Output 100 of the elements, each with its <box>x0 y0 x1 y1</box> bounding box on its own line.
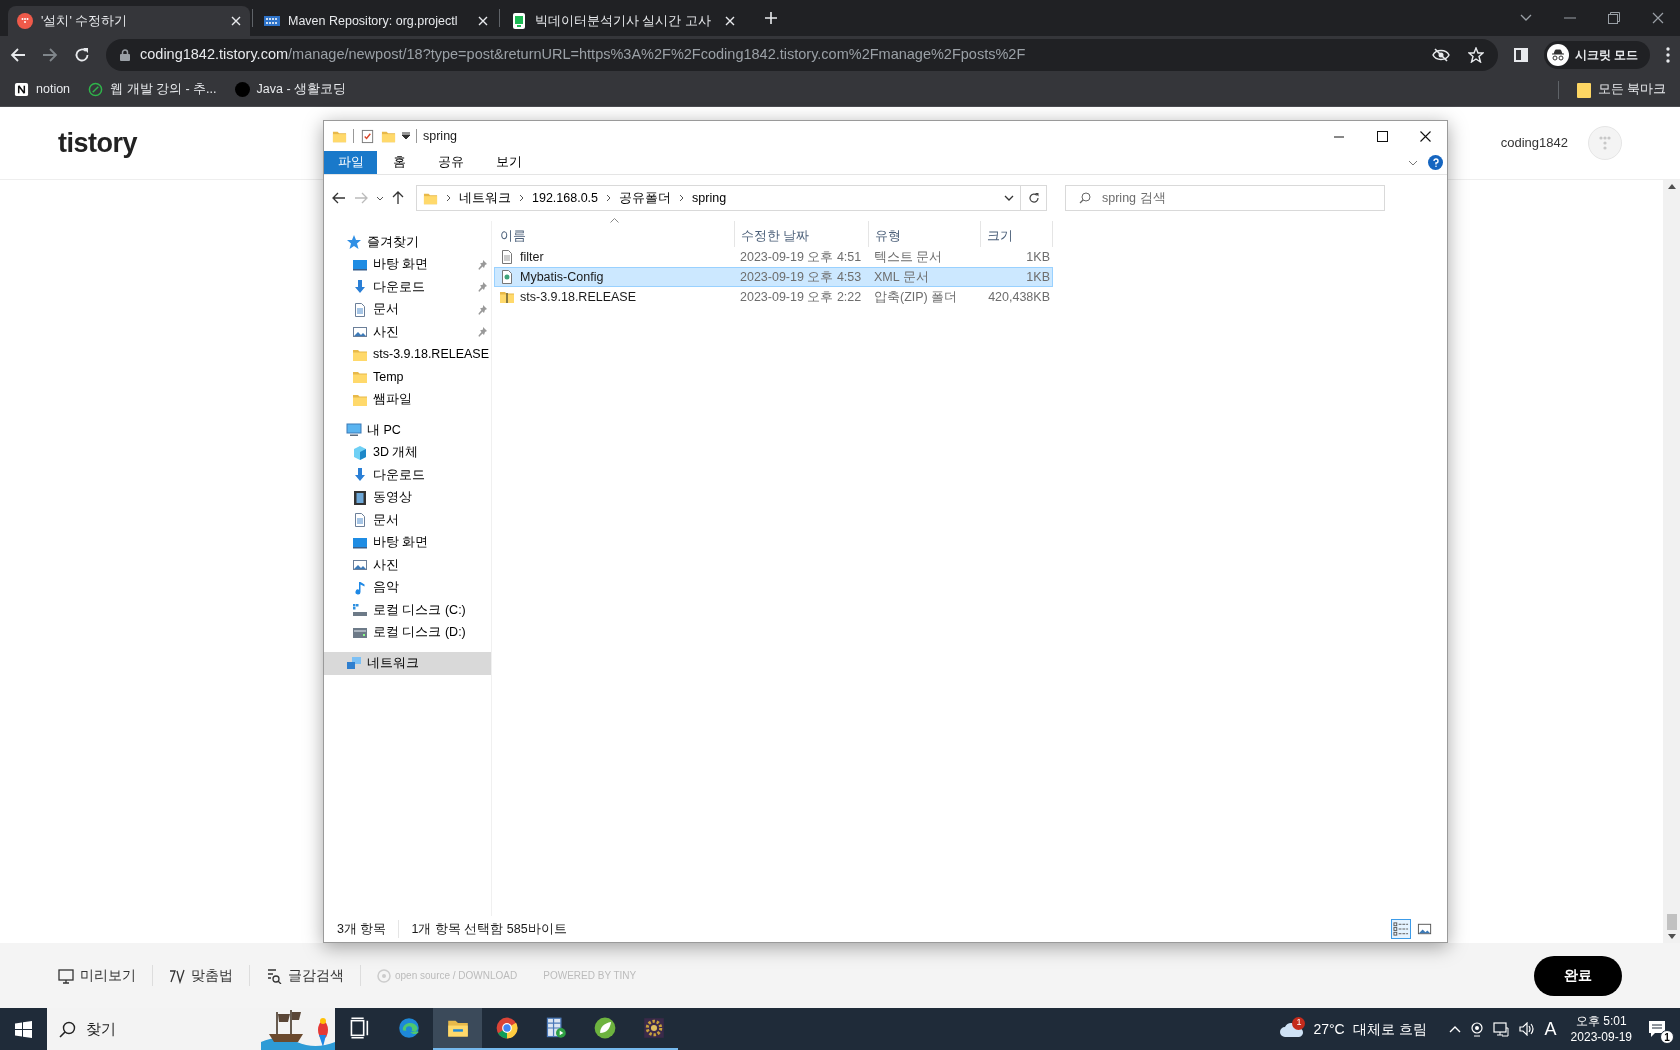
monitor-icon <box>58 967 74 984</box>
star-icon[interactable] <box>1467 46 1484 63</box>
username[interactable]: coding1842 <box>1500 133 1568 153</box>
nav-item[interactable]: 음악 <box>324 576 491 599</box>
nav-item[interactable]: 다운로드 <box>324 276 491 299</box>
network-icon[interactable] <box>1492 1021 1509 1037</box>
ribbon-tab[interactable]: 보기 <box>480 151 538 174</box>
forward-icon[interactable] <box>42 46 58 63</box>
nav-item[interactable]: 바탕 화면 <box>324 253 491 276</box>
input-method-indicator[interactable]: A <box>1544 1015 1557 1043</box>
clock-date[interactable]: 2023-09-19 <box>1570 1029 1632 1046</box>
column-header[interactable]: 크기 <box>981 221 1053 247</box>
tab-search-icon[interactable] <box>1520 14 1532 22</box>
breadcrumb-item[interactable]: 네트워크 <box>459 188 511 208</box>
nav-item[interactable]: 다운로드 <box>324 464 491 487</box>
nav-item[interactable]: Temp <box>324 366 491 389</box>
nav-item[interactable]: 동영상 <box>324 486 491 509</box>
address-bar[interactable]: coding1842.tistory.com/manage/newpost/18?type=post&returnURL=https%3A%2F%2Fcoding1842.tistory.com%2Fmanage%2Fposts%2F <box>106 38 1498 71</box>
ribbon-tab[interactable]: 홈 <box>377 151 422 174</box>
column-header[interactable]: 유형 <box>869 221 981 247</box>
windows-start-icon[interactable] <box>15 1020 32 1038</box>
nav-item[interactable]: 사진 <box>324 321 491 344</box>
back-icon[interactable] <box>332 192 346 204</box>
side-panel-icon[interactable] <box>1513 47 1528 62</box>
browser-tab[interactable]: Maven Repository: org.projectl <box>255 6 497 36</box>
volume-icon[interactable] <box>1518 1022 1535 1036</box>
scroll-down-icon[interactable] <box>1667 934 1676 939</box>
scroll-up-icon[interactable] <box>1667 184 1676 189</box>
nav-item[interactable]: 쌤파일 <box>324 388 491 411</box>
nav-item[interactable]: 로컬 디스크 (D:) <box>324 621 491 644</box>
ribbon-tab[interactable]: 공유 <box>422 151 480 174</box>
bookmark-link[interactable]: 웹 개발 강의 - 추... <box>88 80 217 99</box>
dropdown-icon[interactable] <box>1004 195 1014 201</box>
reload-icon[interactable] <box>74 46 90 63</box>
browser-tab[interactable]: '설치' 수정하기 <box>8 6 250 36</box>
nav-item[interactable]: 사진 <box>324 554 491 577</box>
circle-icon <box>234 82 250 97</box>
breadcrumb-item[interactable]: 공유폴더 <box>619 188 672 208</box>
nav-item[interactable]: 3D 개체 <box>324 441 491 464</box>
file-row[interactable]: filter 2023-09-19 오후 4:51 텍스트 문서 1KB <box>494 247 1053 267</box>
close-icon[interactable] <box>1420 130 1431 142</box>
chevron-right-icon[interactable] <box>446 194 451 202</box>
maximize-icon[interactable] <box>1377 130 1388 142</box>
incognito-profile-button[interactable]: 시크릿 모드 <box>1543 40 1650 69</box>
site-logo[interactable]: tistory <box>58 122 138 164</box>
nav-item[interactable]: 문서 <box>324 509 491 532</box>
pin-icon <box>477 304 487 315</box>
webcam-icon[interactable] <box>1470 1021 1483 1037</box>
bookmark-link[interactable]: Java - 생활코딩 <box>234 80 347 99</box>
clock-time[interactable]: 오후 5:01 <box>1575 1012 1627 1029</box>
file-row[interactable]: Mybatis-Config 2023-09-19 오후 4:53 XML 문서 1KB <box>494 267 1053 287</box>
done-button[interactable]: 완료 <box>1534 955 1622 996</box>
nav-item[interactable]: 내 PC <box>324 419 491 442</box>
nav-item[interactable]: sts-3.9.18.RELEASE <box>324 343 491 366</box>
up-icon[interactable] <box>392 191 404 205</box>
all-bookmarks-link[interactable]: 모든 북마크 <box>1576 80 1666 99</box>
taskbar-app-button[interactable] <box>433 1008 482 1050</box>
nav-item[interactable]: 문서 <box>324 298 491 321</box>
scrollbar[interactable] <box>1663 180 1680 943</box>
nav-item[interactable]: 바탕 화면 <box>324 531 491 554</box>
column-header[interactable]: 이름 <box>494 221 735 247</box>
search-field[interactable]: spring 검색 <box>1065 185 1385 211</box>
weather-widget[interactable]: 1 27°C 대체로 흐림 <box>1279 1018 1427 1040</box>
expand-ribbon-icon[interactable] <box>1408 159 1418 166</box>
breadcrumb-item[interactable]: 192.168.0.5 <box>532 188 599 208</box>
nav-item[interactable]: 네트워크 <box>324 652 491 675</box>
menu-icon[interactable] <box>1666 46 1670 63</box>
question-icon <box>1432 158 1439 167</box>
address-field[interactable]: 네트워크 192.168.0.5 공유폴더 spring <box>416 185 1021 211</box>
nav-item[interactable]: 즐겨찾기 <box>324 231 491 254</box>
notification-center-button[interactable] <box>1648 1020 1666 1038</box>
nav-item[interactable]: 로컬 디스크 (C:) <box>324 599 491 622</box>
restore-icon[interactable] <box>1608 12 1620 24</box>
customize-icon[interactable] <box>402 132 410 140</box>
chevron-right-icon[interactable] <box>606 194 612 202</box>
properties-icon[interactable] <box>360 128 375 144</box>
search-icon <box>1079 192 1091 204</box>
scroll-thumb[interactable] <box>1666 914 1677 930</box>
close-icon[interactable] <box>1652 12 1664 24</box>
eye-slash-icon[interactable] <box>1431 47 1450 62</box>
refresh-button[interactable] <box>1021 185 1047 211</box>
chevron-right-icon[interactable] <box>519 194 524 202</box>
view-mode-button[interactable] <box>1391 919 1411 939</box>
file-menu-tab[interactable]: 파일 <box>324 151 377 174</box>
breadcrumb-item[interactable]: spring <box>692 188 727 208</box>
text-file-icon <box>499 249 515 265</box>
editor-tool-button[interactable]: 글감검색 <box>250 965 361 986</box>
help-button[interactable] <box>1428 155 1443 170</box>
bookmark-link[interactable]: notion <box>14 80 71 99</box>
editor-tool-button[interactable]: 맞춤법 <box>153 965 250 986</box>
new-tab-icon[interactable] <box>764 11 778 25</box>
chevron-right-icon[interactable] <box>679 194 685 202</box>
browser-tab[interactable]: 빅데이터분석기사 실시간 고사 <box>502 6 744 36</box>
editor-tool-button[interactable]: 미리보기 <box>58 965 153 986</box>
recent-locations-icon[interactable] <box>376 195 384 201</box>
taskbar-search[interactable]: 찾기 <box>47 1008 335 1050</box>
chevron-up-icon[interactable] <box>1448 1025 1461 1033</box>
file-row[interactable]: sts-3.9.18.RELEASE 2023-09-19 오후 2:22 압축(ZIP) 폴더 420,438KB <box>494 287 1053 307</box>
column-header[interactable]: 수정한 날짜 <box>735 221 869 247</box>
details-view-icon <box>1393 921 1409 937</box>
